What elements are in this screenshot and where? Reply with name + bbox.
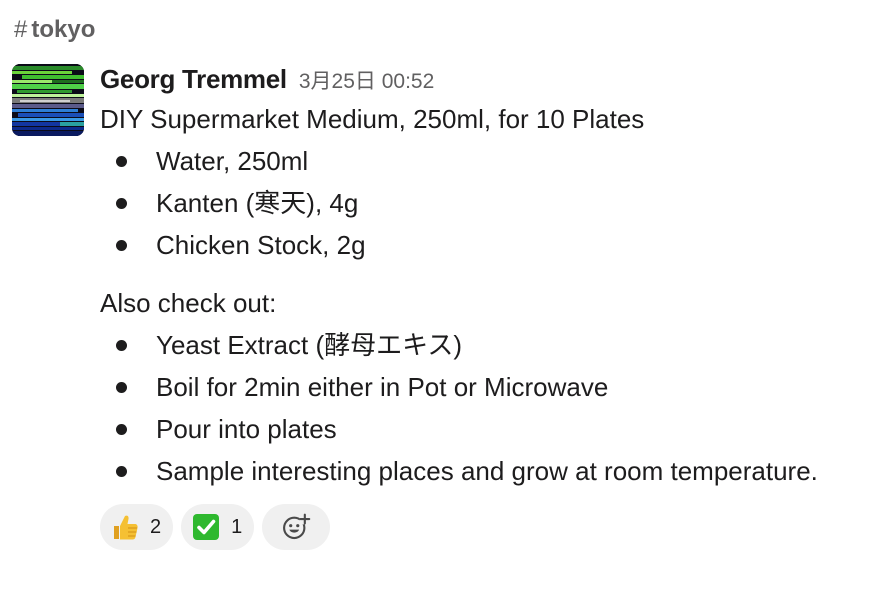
message-title: DIY Supermarket Medium, 250ml, for 10 Pl… (100, 104, 645, 134)
add-reaction-button[interactable] (262, 504, 331, 550)
reaction-thumbs-up[interactable]: 2 (100, 504, 174, 550)
reaction-count: 2 (150, 515, 162, 538)
message-header: Georg Tremmel 3月25日 00:52 (100, 64, 884, 94)
reaction-count: 1 (231, 515, 243, 538)
add-reaction-icon (281, 512, 311, 542)
list-item: Chicken Stock, 2g (100, 224, 884, 266)
message-timestamp[interactable]: 3月25日 00:52 (299, 65, 434, 95)
also-list: Yeast Extract (酵母エキス) (100, 324, 884, 366)
list-item: Yeast Extract (酵母エキス) (100, 324, 884, 366)
list-item: Pour into plates (100, 408, 884, 450)
also-check-out-label: Also check out: (100, 288, 277, 318)
reaction-check-mark[interactable]: 1 (181, 504, 255, 550)
avatar[interactable] (12, 64, 84, 136)
list-item: Boil for 2min either in Pot or Microwave (100, 366, 884, 408)
ingredients-list: Water, 250ml Kanten (寒天), 4g Chicken Sto… (100, 140, 884, 266)
list-item: Water, 250ml (100, 140, 884, 182)
list-item: Kanten (寒天), 4g (100, 182, 884, 224)
check-mark-icon (191, 512, 221, 542)
channel-name: tokyo (31, 16, 96, 43)
thumbs-up-icon (110, 512, 140, 542)
message-content: Georg Tremmel 3月25日 00:52 DIY Supermarke… (100, 64, 884, 550)
channel-hash-icon: # (14, 16, 28, 43)
channel-header[interactable]: # tokyo (14, 16, 95, 44)
reactions-bar: 2 1 (100, 504, 884, 550)
steps-list: Boil for 2min either in Pot or Microwave… (100, 366, 884, 492)
sender-name[interactable]: Georg Tremmel (100, 64, 287, 95)
list-item: Sample interesting places and grow at ro… (100, 450, 884, 492)
